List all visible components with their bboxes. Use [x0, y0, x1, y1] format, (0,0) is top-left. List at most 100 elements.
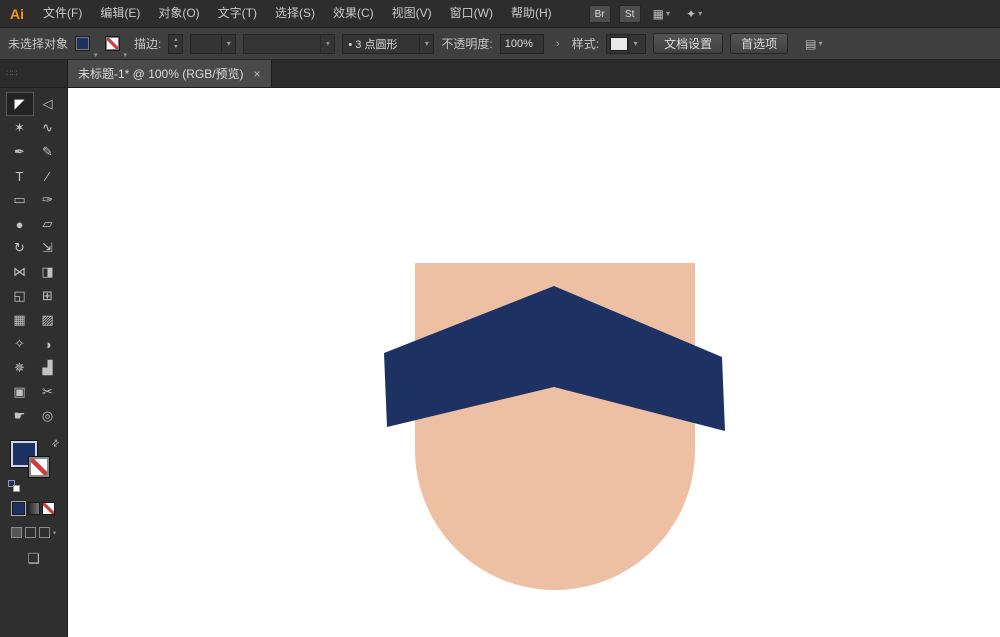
artboard-canvas: [68, 88, 1000, 637]
opacity-input[interactable]: [500, 34, 544, 54]
blend-tool[interactable]: ◑: [34, 332, 62, 356]
artwork: [68, 88, 1000, 637]
opacity-flyout-icon[interactable]: ›: [551, 34, 565, 54]
stroke-color-swatch[interactable]: [105, 36, 120, 51]
stroke-caret-icon[interactable]: ▾: [124, 51, 128, 59]
arrange-documents-icon[interactable]: ▦▾: [649, 7, 674, 21]
main-area: ◤◁✶∿✒✎T∕▭✑●▱↻⇲⋈◨◱⊞▦▨✧◑✵▟▣✂☛◎ ⇄ ▾ ❏: [0, 88, 1000, 637]
brush-definition-value: • 3 点圆形: [343, 36, 419, 52]
fill-stroke-indicator: ⇄: [8, 438, 60, 494]
menu-edit[interactable]: 编辑(E): [91, 0, 149, 27]
preferences-button[interactable]: 首选项: [730, 33, 788, 54]
perspective-grid-tool[interactable]: ⊞: [34, 284, 62, 308]
brush-definition-combo[interactable]: • 3 点圆形▾: [342, 34, 434, 54]
stepper-down-icon[interactable]: ▾: [174, 44, 177, 51]
draw-normal-button[interactable]: [11, 527, 22, 538]
drawing-mode-caret-icon[interactable]: ▾: [53, 529, 57, 537]
draw-behind-button[interactable]: [25, 527, 36, 538]
tab-close-icon[interactable]: ×: [254, 67, 261, 81]
magic-wand-tool[interactable]: ✶: [6, 116, 34, 140]
mesh-tool[interactable]: ▦: [6, 308, 34, 332]
cs-services-glyph: ✦: [686, 7, 696, 21]
bridge-button[interactable]: Br: [589, 5, 611, 23]
menu-bar: Ai 文件(F)编辑(E)对象(O)文字(T)选择(S)效果(C)视图(V)窗口…: [0, 0, 1000, 28]
drawing-modes: ▾: [11, 527, 57, 538]
menu-type[interactable]: 文字(T): [209, 0, 266, 27]
style-combo[interactable]: ▾: [606, 34, 646, 54]
menu-effect[interactable]: 效果(C): [324, 0, 383, 27]
style-label: 样式:: [572, 35, 599, 52]
color-button[interactable]: [12, 502, 25, 515]
pen-tool[interactable]: ✒: [6, 140, 34, 164]
fill-color-swatch[interactable]: [75, 36, 90, 51]
none-button[interactable]: [42, 502, 55, 515]
eraser-tool[interactable]: ▱: [34, 212, 62, 236]
stroke-swatch-large[interactable]: [28, 456, 50, 478]
symbol-sprayer-tool[interactable]: ✵: [6, 356, 34, 380]
main-menu: 文件(F)编辑(E)对象(O)文字(T)选择(S)效果(C)视图(V)窗口(W)…: [34, 0, 561, 27]
caret-down-icon: ▾: [698, 9, 702, 18]
variable-width-combo[interactable]: ▾: [243, 34, 335, 54]
menu-bar-extras: Br St ▦▾ ✦▾: [589, 5, 706, 23]
artboard-tool[interactable]: ▣: [6, 380, 34, 404]
control-panel-menu-icon[interactable]: ▤▾: [805, 37, 822, 51]
swap-fill-stroke-icon[interactable]: ⇄: [49, 437, 62, 450]
document-tab-bar: ∷∷ 未标题-1* @ 100% (RGB/预览) ×: [0, 60, 1000, 88]
tools-panel: ◤◁✶∿✒✎T∕▭✑●▱↻⇲⋈◨◱⊞▦▨✧◑✵▟▣✂☛◎ ⇄ ▾ ❏: [0, 88, 68, 637]
direct-selection-tool[interactable]: ◁: [34, 92, 62, 116]
stroke-weight-combo[interactable]: ▾: [190, 34, 236, 54]
stroke-weight-dropdown-icon[interactable]: ▾: [221, 35, 235, 53]
selection-tool[interactable]: ◤: [6, 92, 34, 116]
style-swatch: [610, 37, 628, 51]
menu-select[interactable]: 选择(S): [266, 0, 324, 27]
fill-caret-icon[interactable]: ▾: [94, 51, 98, 59]
menu-view[interactable]: 视图(V): [383, 0, 441, 27]
document-setup-button[interactable]: 文档设置: [653, 33, 723, 54]
stepper-up-icon[interactable]: ▴: [174, 37, 177, 44]
caret-down-icon: ▾: [666, 9, 670, 18]
type-tool[interactable]: T: [6, 164, 34, 188]
arrange-documents-glyph: ▦: [653, 7, 664, 21]
rotate-tool[interactable]: ↻: [6, 236, 34, 260]
draw-inside-button[interactable]: [39, 527, 50, 538]
scale-tool[interactable]: ⇲: [34, 236, 62, 260]
width-profile-dropdown-icon[interactable]: ▾: [320, 35, 334, 53]
style-button[interactable]: St: [619, 5, 641, 23]
eyedropper-tool[interactable]: ✧: [6, 332, 34, 356]
hand-tool[interactable]: ☛: [6, 404, 34, 428]
color-mode-row: [12, 502, 55, 515]
control-bar: 未选择对象 ▾ ▾ 描边: ▴▾ ▾ ▾ • 3 点圆形▾ 不透明度: › 样式…: [0, 28, 1000, 60]
screen-mode-icon: ❏: [27, 550, 40, 567]
column-graph-tool[interactable]: ▟: [34, 356, 62, 380]
stroke-weight-stepper[interactable]: ▴▾: [168, 34, 183, 54]
menu-file[interactable]: 文件(F): [34, 0, 91, 27]
rectangle-tool[interactable]: ▭: [6, 188, 34, 212]
menu-help[interactable]: 帮助(H): [502, 0, 561, 27]
shape-builder-tool[interactable]: ◱: [6, 284, 34, 308]
style-dropdown-icon[interactable]: ▾: [628, 35, 642, 53]
width-tool[interactable]: ⋈: [6, 260, 34, 284]
free-transform-tool[interactable]: ◨: [34, 260, 62, 284]
menu-window[interactable]: 窗口(W): [441, 0, 502, 27]
zoom-tool[interactable]: ◎: [34, 404, 62, 428]
gradient-tool[interactable]: ▨: [34, 308, 62, 332]
menu-object[interactable]: 对象(O): [149, 0, 208, 27]
paintbrush-tool[interactable]: ✑: [34, 188, 62, 212]
app-logo: Ai: [0, 6, 34, 22]
opacity-label: 不透明度:: [441, 35, 492, 52]
slice-tool[interactable]: ✂: [34, 380, 62, 404]
tools-panel-grip[interactable]: ∷∷: [0, 60, 68, 87]
illustrator-app: Ai 文件(F)编辑(E)对象(O)文字(T)选择(S)效果(C)视图(V)窗口…: [0, 0, 1000, 637]
cs-services-icon[interactable]: ✦▾: [682, 7, 706, 21]
default-fill-stroke-icon[interactable]: [8, 480, 20, 492]
document-tab[interactable]: 未标题-1* @ 100% (RGB/预览) ×: [68, 60, 272, 87]
lasso-tool[interactable]: ∿: [34, 116, 62, 140]
screen-mode-button[interactable]: ❏: [27, 550, 40, 567]
pencil-tool[interactable]: ✎: [34, 140, 62, 164]
line-tool[interactable]: ∕: [34, 164, 62, 188]
brush-definition-dropdown-icon[interactable]: ▾: [419, 35, 433, 53]
gradient-button[interactable]: [27, 502, 40, 515]
tools-grid: ◤◁✶∿✒✎T∕▭✑●▱↻⇲⋈◨◱⊞▦▨✧◑✵▟▣✂☛◎: [6, 92, 62, 428]
document-tab-title: 未标题-1* @ 100% (RGB/预览): [78, 65, 244, 82]
blob-brush-tool[interactable]: ●: [6, 212, 34, 236]
